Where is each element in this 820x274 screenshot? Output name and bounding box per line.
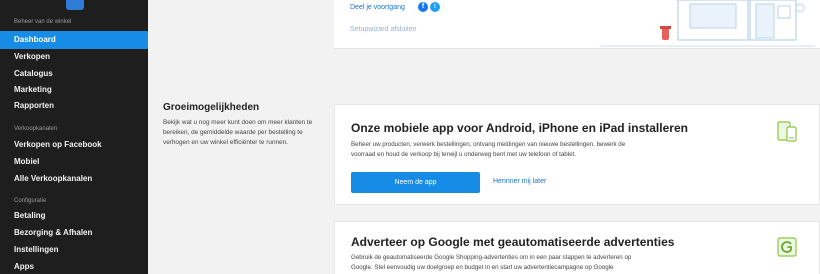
sidebar-section-channels: Verkoopkanalen bbox=[14, 126, 58, 132]
twitter-icon[interactable]: t bbox=[430, 2, 440, 12]
sidebar-section-config: Configuratie bbox=[14, 198, 47, 204]
remind-later-link[interactable]: Herinner mij later bbox=[493, 178, 546, 185]
sidebar-item-facebook[interactable]: Verkopen op Facebook bbox=[0, 136, 148, 154]
store-logo-icon[interactable] bbox=[66, 0, 84, 10]
sidebar-item-apps[interactable]: Apps bbox=[0, 258, 148, 274]
google-ads-card: Adverteer op Google met geautomatiseerde… bbox=[334, 221, 820, 274]
sidebar-item-verkopen[interactable]: Verkopen bbox=[0, 48, 148, 66]
setup-wizard-card: Deel je voortgang f t Setupwizard afslui… bbox=[334, 0, 820, 49]
shop-front-illustration bbox=[600, 0, 815, 47]
mobile-app-card: Onze mobiele app voor Android, iPhone en… bbox=[334, 104, 820, 205]
get-app-button[interactable]: Neem de app bbox=[351, 172, 480, 193]
mobile-app-title: Onze mobiele app voor Android, iPhone en… bbox=[351, 121, 688, 135]
growth-section-title: Groeimogelijkheden bbox=[163, 102, 260, 113]
sidebar-item-betaling[interactable]: Betaling bbox=[0, 207, 148, 225]
google-ads-title: Adverteer op Google met geautomatiseerde… bbox=[351, 235, 675, 249]
sidebar-item-mobiel[interactable]: Mobiel bbox=[0, 153, 148, 171]
sidebar: Beheer van de winkel Dashboard Verkopen … bbox=[0, 0, 148, 274]
sidebar-item-alle-kanalen[interactable]: Alle Verkoopkanalen bbox=[0, 170, 148, 188]
sidebar-item-bezorging[interactable]: Bezorging & Afhalen bbox=[0, 224, 148, 242]
mobile-devices-icon bbox=[777, 121, 797, 142]
mobile-app-description: Beheer uw producten, verwerk bestellinge… bbox=[351, 141, 626, 158]
google-ads-description: Gebruik de geautomatiseerde Google Shopp… bbox=[351, 254, 632, 271]
sidebar-item-rapporten[interactable]: Rapporten bbox=[0, 97, 148, 115]
sidebar-item-instellingen[interactable]: Instellingen bbox=[0, 241, 148, 259]
share-progress-link[interactable]: Deel je voortgang bbox=[350, 4, 405, 11]
sidebar-section-store: Beheer van de winkel bbox=[14, 19, 72, 25]
google-ads-icon bbox=[777, 237, 797, 257]
sidebar-item-dashboard[interactable]: Dashboard bbox=[0, 31, 148, 49]
facebook-icon[interactable]: f bbox=[418, 2, 428, 12]
growth-section-description: Bekijk wat u nog meer kunt doen om meer … bbox=[163, 119, 313, 146]
close-wizard-link[interactable]: Setupwizard afsluiten bbox=[350, 26, 417, 33]
